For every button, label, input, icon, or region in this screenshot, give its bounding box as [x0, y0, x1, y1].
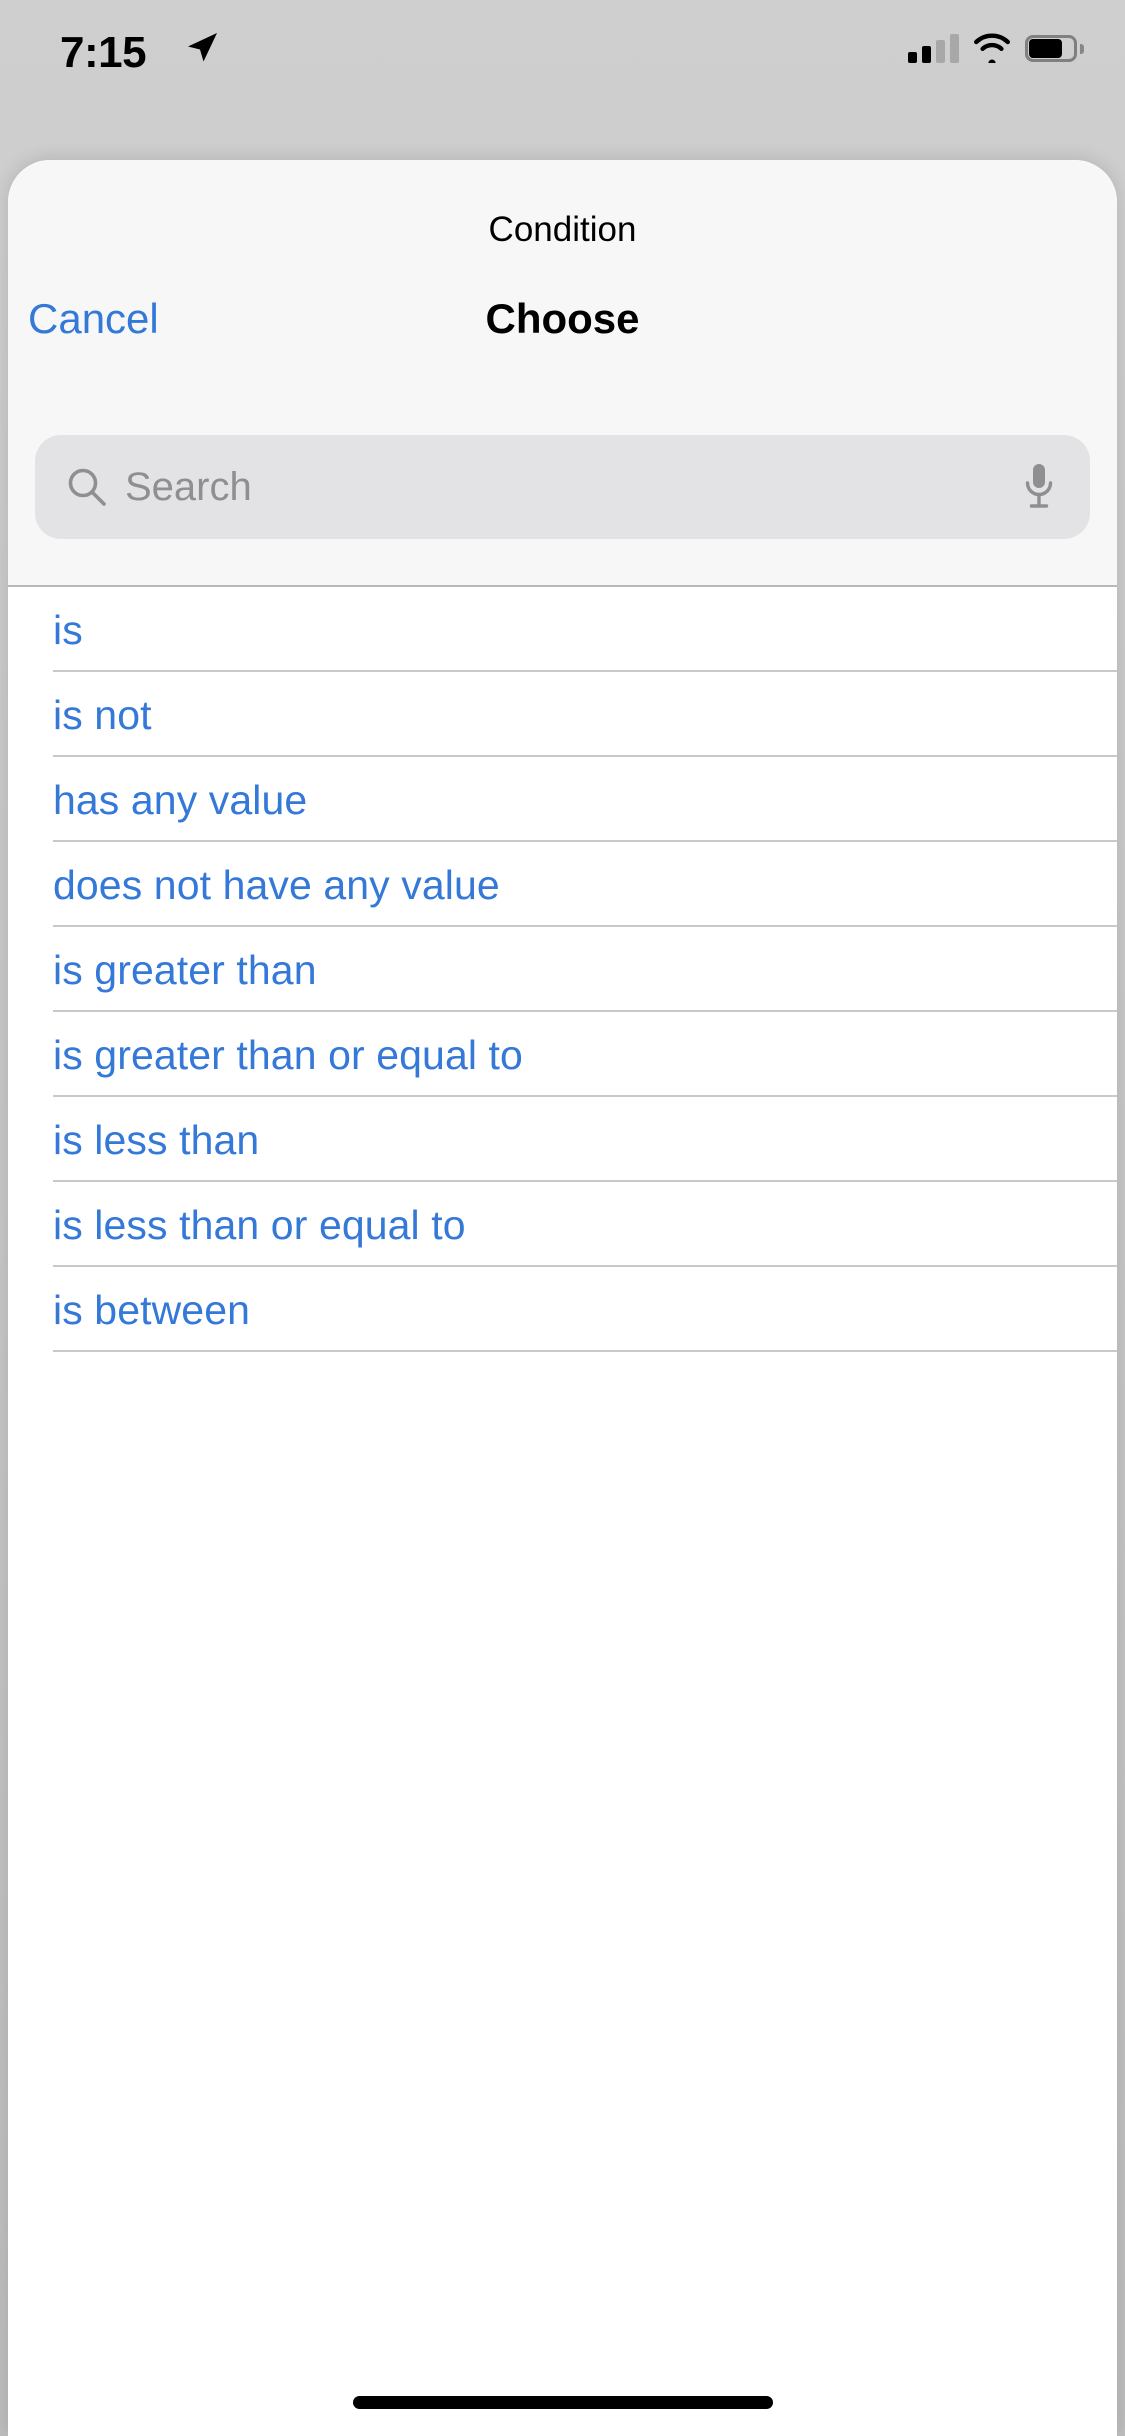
list-item-label: is less than	[53, 1116, 260, 1163]
list-item-label: has any value	[53, 776, 308, 823]
home-indicator[interactable]	[352, 2396, 773, 2409]
battery-icon	[1025, 34, 1084, 62]
microphone-icon[interactable]	[1022, 461, 1056, 513]
navigation-bar: Cancel Choose	[8, 285, 1117, 355]
location-arrow-icon	[188, 33, 217, 62]
sheet-title: Condition	[488, 210, 637, 249]
status-bar-time: 7:15	[60, 28, 147, 77]
status-bar: 7:15	[0, 0, 1125, 160]
phone-screen: 7:15 Condition Cancel Choose Search is i…	[0, 0, 1125, 2436]
list-item-label: is	[53, 606, 83, 653]
list-item-label: is greater than or equal to	[53, 1031, 523, 1078]
list-item[interactable]: does not have any value	[8, 842, 1117, 927]
list-item[interactable]: has any value	[8, 757, 1117, 842]
search-field[interactable]	[35, 435, 1090, 539]
condition-option-list: is is not has any value does not have an…	[8, 587, 1117, 1352]
list-item-label: is less than or equal to	[53, 1201, 466, 1248]
list-item[interactable]: is less than or equal to	[8, 1182, 1117, 1267]
wifi-icon	[974, 33, 1010, 63]
list-item[interactable]: is between	[8, 1267, 1117, 1352]
list-item[interactable]: is less than	[8, 1097, 1117, 1182]
sheet-header: Condition Cancel Choose	[8, 160, 1117, 587]
cellular-signal-icon	[908, 33, 959, 63]
list-item[interactable]: is not	[8, 672, 1117, 757]
list-item[interactable]: is greater than or equal to	[8, 1012, 1117, 1097]
list-item-label: is greater than	[53, 946, 317, 993]
status-bar-indicators	[908, 28, 1084, 68]
list-item[interactable]: is	[8, 587, 1117, 672]
list-item[interactable]: is greater than	[8, 927, 1117, 1012]
magnifying-glass-icon	[68, 468, 106, 506]
list-item-label: does not have any value	[53, 861, 500, 908]
page-title: Choose	[485, 295, 640, 342]
list-item-label: is not	[53, 691, 152, 738]
search-input[interactable]	[125, 462, 1022, 512]
list-item-label: is between	[53, 1286, 251, 1333]
condition-modal-sheet: Condition Cancel Choose Search is is not…	[8, 160, 1117, 2436]
